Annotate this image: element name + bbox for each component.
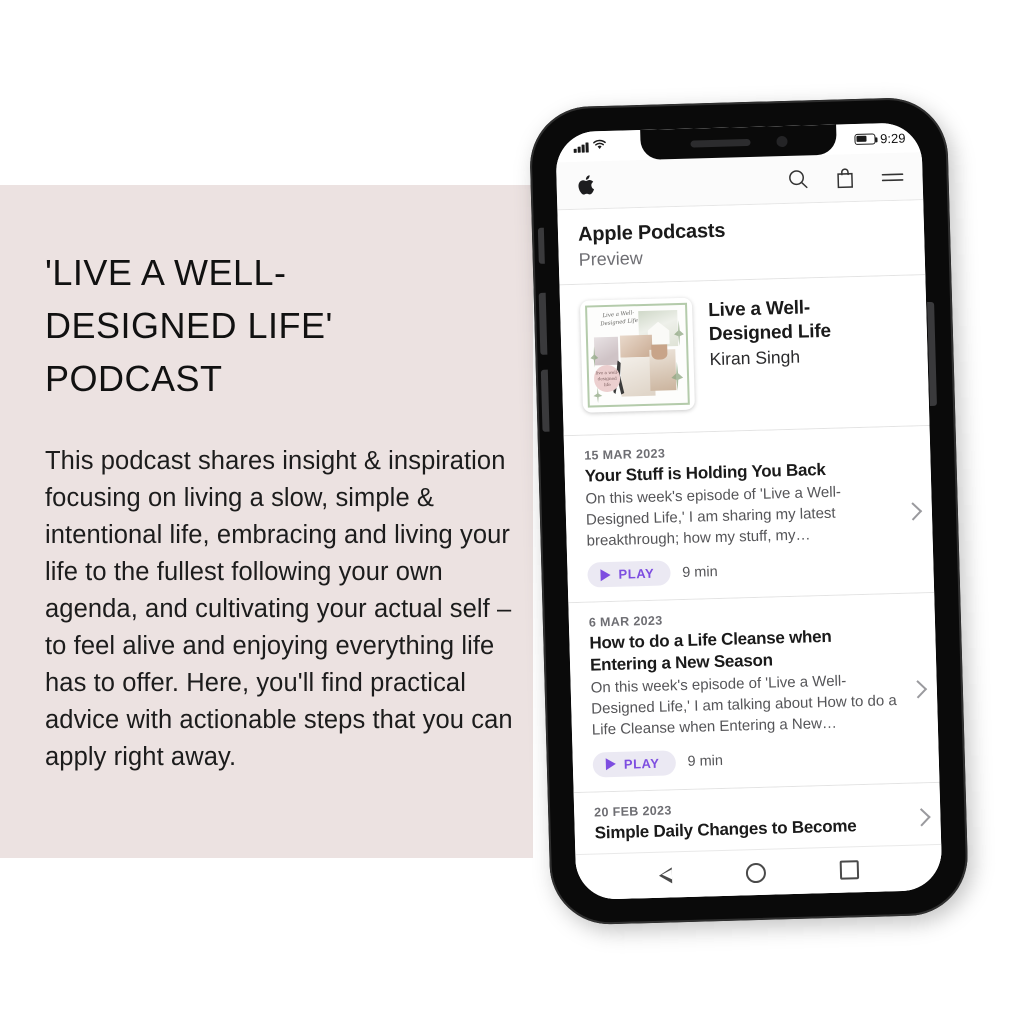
mute-switch-button[interactable] xyxy=(537,227,545,264)
play-triangle-icon xyxy=(605,757,617,771)
phone-notch xyxy=(640,124,837,160)
play-label: PLAY xyxy=(623,755,660,772)
show-title: Live a Well-Designed Life xyxy=(707,297,832,346)
phone-body: 9:29 Apple Podcasts Preview Live a Well-… xyxy=(528,96,970,926)
episode-description: On this week's episode of 'Live a Well-D… xyxy=(590,672,897,739)
play-label: PLAY xyxy=(618,566,655,583)
episode-footer: PLAY 9 min xyxy=(587,554,914,588)
podcast-artwork: Live a Well-Designed Life live a well-de… xyxy=(579,297,695,413)
volume-up-button[interactable] xyxy=(538,292,548,355)
play-triangle-icon xyxy=(600,568,611,582)
artwork-collage: Live a Well-Designed Life live a well-de… xyxy=(585,302,690,408)
android-navigation-bar xyxy=(575,843,943,901)
phone-screen: 9:29 Apple Podcasts Preview Live a Well-… xyxy=(555,122,943,901)
artwork-script-text: Live a Well-Designed Life xyxy=(599,309,639,327)
volume-down-button[interactable] xyxy=(540,369,550,432)
page-title: 'LIVE A WELL-DESIGNED LIFE' PODCAST xyxy=(45,252,333,399)
play-button[interactable]: PLAY xyxy=(592,749,676,778)
description-paragraph: This podcast shares insight & inspiratio… xyxy=(45,447,513,771)
show-meta: Live a Well-Designed Life Kiran Singh xyxy=(708,292,871,408)
episode-list-item[interactable]: 6 MAR 2023 How to do a Life Cleanse when… xyxy=(568,593,940,793)
artwork-photo-2 xyxy=(620,334,653,358)
episode-duration: 9 min xyxy=(687,752,724,770)
episode-duration: 9 min xyxy=(681,563,718,581)
front-camera-icon xyxy=(775,135,788,147)
marketing-copy-block: 'LIVE A WELL-DESIGNED LIFE' PODCAST This… xyxy=(45,246,525,776)
phone-mockup: 9:29 Apple Podcasts Preview Live a Well-… xyxy=(516,86,990,948)
episode-title: How to do a Life Cleanse when Entering a… xyxy=(589,627,832,675)
shopping-bag-icon[interactable] xyxy=(835,167,855,190)
square-recents-icon[interactable] xyxy=(839,860,860,880)
wifi-icon xyxy=(592,139,606,153)
triangle-back-icon[interactable] xyxy=(659,867,672,883)
circle-home-icon[interactable] xyxy=(745,862,767,883)
earpiece-speaker-icon xyxy=(689,138,751,148)
show-summary-row[interactable]: Live a Well-Designed Life live a well-de… xyxy=(559,274,930,436)
podcast-page-header: Apple Podcasts Preview xyxy=(557,200,926,286)
apple-nav-actions xyxy=(787,165,904,190)
poster-canvas: 'LIVE A WELL-DESIGNED LIFE' PODCAST This… xyxy=(0,0,1024,1024)
episode-footer: PLAY 9 min xyxy=(592,743,920,778)
artwork-pot-shape xyxy=(650,344,668,360)
episode-description: On this week's episode of 'Live a Well-D… xyxy=(585,483,842,550)
status-bar-left xyxy=(573,139,606,154)
apple-logo-icon[interactable] xyxy=(576,174,595,195)
hamburger-menu-icon[interactable] xyxy=(881,169,904,184)
artwork-photo-1 xyxy=(593,336,620,365)
status-clock: 9:29 xyxy=(879,130,906,146)
status-bar-right: 9:29 xyxy=(854,130,906,146)
episode-list-item[interactable]: 15 MAR 2023 Your Stuff is Holding You Ba… xyxy=(563,425,935,604)
play-button[interactable]: PLAY xyxy=(587,560,671,588)
battery-icon xyxy=(854,132,876,145)
search-icon[interactable] xyxy=(787,168,809,190)
cellular-bars-icon xyxy=(573,141,589,153)
podcast-scroll-area[interactable]: Apple Podcasts Preview Live a Well-Desig… xyxy=(557,200,943,901)
show-author: Kiran Singh xyxy=(709,346,801,370)
